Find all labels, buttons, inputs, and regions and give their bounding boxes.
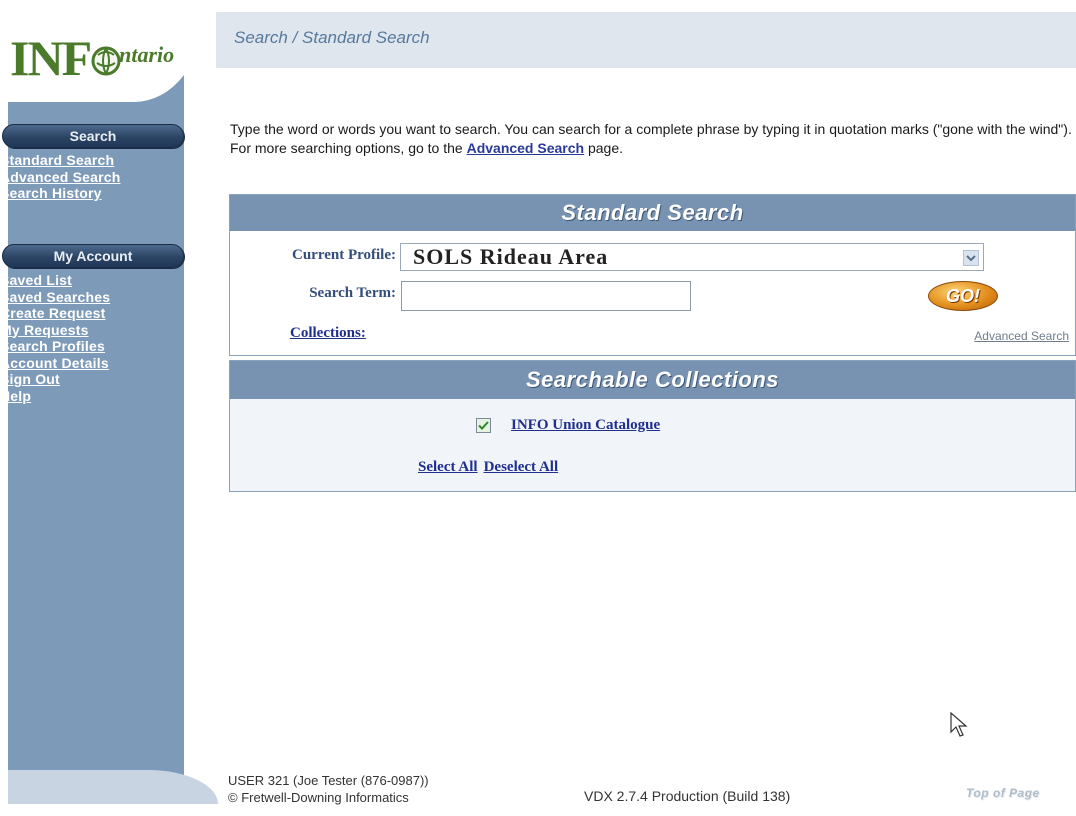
search-term-label: Search Term: — [309, 285, 396, 301]
searchable-collections-panel: Searchable Collections INFO Union Catalo… — [229, 360, 1076, 492]
go-button[interactable]: GO! — [928, 281, 998, 311]
breadcrumb: Search / Standard Search — [234, 28, 430, 47]
collection-item: INFO Union Catalogue — [476, 417, 660, 434]
search-profiles-link[interactable]: Search Profiles — [0, 338, 105, 354]
help-link[interactable]: Help — [0, 388, 31, 404]
saved-searches-link[interactable]: Saved Searches — [0, 289, 110, 305]
advanced-search-link[interactable]: Advanced Search — [0, 169, 121, 185]
current-profile-select[interactable]: SOLS Rideau Area — [400, 243, 984, 271]
globe-icon — [91, 41, 121, 77]
sidebar-item-sign-out[interactable]: Sign Out — [0, 371, 110, 388]
collections-link[interactable]: Collections: — [290, 325, 366, 342]
standard-search-title: Standard Search — [230, 195, 1075, 231]
my-requests-link[interactable]: My Requests — [0, 322, 89, 338]
select-all-link[interactable]: Select All — [418, 459, 478, 476]
sidebar-item-saved-searches[interactable]: Saved Searches — [0, 289, 110, 306]
collection-link-info-union-catalogue[interactable]: INFO Union Catalogue — [511, 417, 660, 434]
sidebar-item-standard-search[interactable]: Standard Search — [0, 152, 121, 169]
page-header: Search / Standard Search — [216, 12, 1076, 68]
select-controls: Select All Deselect All — [418, 459, 558, 476]
account-details-link[interactable]: Account Details — [0, 355, 109, 371]
footer-user-info: USER 321 (Joe Tester (876-0987)) © Fretw… — [228, 772, 429, 806]
sidebar-item-saved-list[interactable]: Saved List — [0, 272, 110, 289]
footer-version: VDX 2.7.4 Production (Build 138) — [584, 788, 791, 804]
logo-ontario-text: ntario — [119, 42, 175, 67]
advanced-search-small-link[interactable]: Advanced Search — [974, 329, 1069, 343]
sidebar-item-search-profiles[interactable]: Search Profiles — [0, 338, 110, 355]
deselect-all-link[interactable]: Deselect All — [484, 459, 559, 476]
footer-user-line: USER 321 (Joe Tester (876-0987)) — [228, 773, 429, 788]
mouse-cursor-icon — [950, 711, 968, 743]
collection-checkbox[interactable] — [476, 418, 491, 433]
infontario-logo[interactable]: INF ntario — [10, 30, 175, 86]
standard-search-link[interactable]: Standard Search — [0, 152, 114, 168]
footer-copyright: © Fretwell-Downing Informatics — [228, 790, 409, 805]
intro-text-before: Type the word or words you want to searc… — [230, 121, 1072, 156]
sidebar-item-advanced-search[interactable]: Advanced Search — [0, 169, 121, 186]
searchable-collections-title: Searchable Collections — [230, 361, 1075, 399]
chevron-down-icon[interactable] — [963, 250, 979, 266]
sidebar-item-account-details[interactable]: Account Details — [0, 355, 110, 372]
sidebar-item-search-history[interactable]: Search History — [0, 185, 121, 202]
sidebar-footer-decoration — [8, 770, 218, 804]
sidebar-item-my-requests[interactable]: My Requests — [0, 322, 110, 339]
logo-info-text: INF — [10, 30, 92, 86]
create-request-link[interactable]: Create Request — [0, 305, 106, 321]
sign-out-link[interactable]: Sign Out — [0, 371, 60, 387]
search-term-input[interactable] — [401, 281, 691, 311]
current-profile-label: Current Profile: — [292, 247, 396, 263]
standard-search-panel: Standard Search Current Profile: SOLS Ri… — [229, 194, 1076, 356]
search-history-link[interactable]: Search History — [0, 185, 102, 201]
sidebar-item-create-request[interactable]: Create Request — [0, 305, 110, 322]
search-nav: Standard Search Advanced Search Search H… — [0, 152, 121, 202]
intro-advanced-search-link[interactable]: Advanced Search — [467, 140, 585, 156]
my-account-section-header: My Account — [2, 244, 184, 268]
search-section-header: Search — [2, 124, 184, 148]
intro-text: Type the word or words you want to searc… — [230, 120, 1076, 158]
current-profile-value: SOLS Rideau Area — [413, 244, 609, 269]
intro-text-after: page. — [584, 140, 624, 156]
saved-list-link[interactable]: Saved List — [0, 272, 72, 288]
vendor-logo[interactable]: Top of Page — [966, 786, 1070, 804]
account-nav: Saved List Saved Searches Create Request… — [0, 272, 110, 404]
sidebar-item-help[interactable]: Help — [0, 388, 110, 405]
